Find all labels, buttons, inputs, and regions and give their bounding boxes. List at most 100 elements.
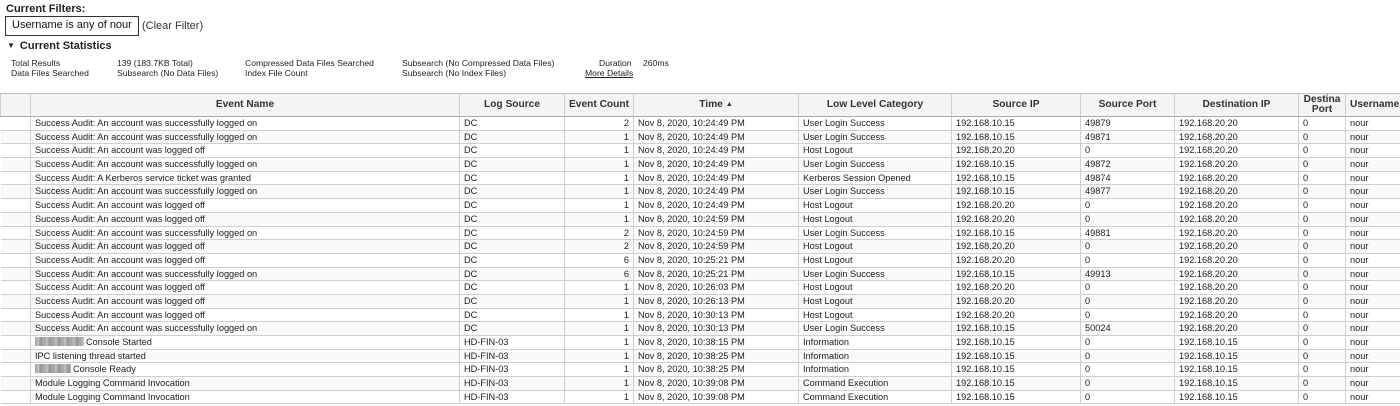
clear-filter-link[interactable]: (Clear Filter): [142, 20, 203, 32]
table-row[interactable]: Console Started HD-FIN-03 1 Nov 8, 2020, 10…: [0, 335, 1400, 350]
cell-event-count: 1: [564, 130, 634, 145]
table-row[interactable]: Success Audit: A Kerberos service ticket…: [0, 171, 1400, 186]
column-header-event-name[interactable]: Event Name: [30, 93, 460, 117]
row-select-cell[interactable]: [0, 171, 31, 186]
cell-destination-ip: 192.168.20.20: [1174, 239, 1299, 254]
row-select-cell[interactable]: [0, 267, 31, 282]
table-row[interactable]: Success Audit: An account was successful…: [0, 267, 1400, 282]
column-header-time[interactable]: Time ▲: [633, 93, 799, 117]
row-select-cell[interactable]: [0, 280, 31, 295]
cell-destination-ip: 192.168.20.20: [1174, 130, 1299, 145]
cell-destination-ip: 192.168.20.20: [1174, 116, 1299, 131]
row-select-cell[interactable]: [0, 157, 31, 172]
cell-time: Nov 8, 2020, 10:24:49 PM: [633, 130, 799, 145]
sort-ascending-icon: ▲: [725, 100, 733, 108]
cell-username: nour: [1345, 198, 1400, 213]
row-select-cell[interactable]: [0, 294, 31, 309]
row-select-cell[interactable]: [0, 116, 31, 131]
cell-destination-ip: 192.168.10.15: [1174, 335, 1299, 350]
cell-source-port: 0: [1080, 390, 1175, 405]
column-header-destination-ip[interactable]: Destination IP: [1174, 93, 1299, 117]
cell-source-ip: 192.168.10.15: [951, 390, 1081, 405]
row-select-cell[interactable]: [0, 362, 31, 378]
table-row[interactable]: Success Audit: An account was logged off…: [0, 198, 1400, 213]
cell-event-name: Success Audit: An account was successful…: [30, 321, 460, 336]
table-row[interactable]: Success Audit: An account was successful…: [0, 226, 1400, 241]
table-row[interactable]: Module Logging Command Invocation HD-FIN-…: [0, 376, 1400, 391]
cell-source-port: 49913: [1080, 267, 1175, 282]
row-select-cell[interactable]: [0, 212, 31, 227]
events-table: Event Name Log Source Event Count Time ▲ …: [0, 93, 1400, 405]
more-details-link[interactable]: More Details: [585, 68, 633, 78]
table-row[interactable]: Success Audit: An account was successful…: [0, 157, 1400, 172]
cell-log-source: HD-FIN-03: [459, 349, 565, 364]
row-select-cell[interactable]: [0, 390, 31, 405]
stat-duration-value: 260ms: [643, 58, 669, 68]
table-row[interactable]: Success Audit: An account was logged off…: [0, 239, 1400, 254]
statistics-toggle[interactable]: ▼ Current Statistics: [7, 40, 112, 52]
table-row[interactable]: Success Audit: An account was logged off…: [0, 253, 1400, 268]
cell-time: Nov 8, 2020, 10:26:13 PM: [633, 294, 799, 309]
row-select-cell[interactable]: [0, 335, 31, 350]
row-select-cell[interactable]: [0, 349, 31, 364]
cell-log-source: DC: [459, 143, 565, 159]
cell-event-name: Console Ready: [30, 362, 460, 378]
column-header-select[interactable]: [0, 93, 31, 117]
table-row[interactable]: Success Audit: An account was successful…: [0, 116, 1400, 131]
cell-source-port: 0: [1080, 280, 1175, 295]
cell-username: nour: [1345, 390, 1400, 405]
cell-event-count: 1: [564, 349, 634, 364]
column-header-event-count[interactable]: Event Count: [564, 93, 634, 117]
stat-subsearch-data: Subsearch (No Data Files): [117, 68, 219, 78]
cell-event-name: Success Audit: An account was logged off: [30, 239, 460, 254]
table-row[interactable]: Console Ready HD-FIN-03 1 Nov 8, 2020, 10:3…: [0, 362, 1400, 378]
cell-event-count: 2: [564, 239, 634, 254]
cell-username: nour: [1345, 157, 1400, 172]
column-header-source-port[interactable]: Source Port: [1080, 93, 1175, 117]
table-row[interactable]: IPC listening thread started HD-FIN-03 1 No…: [0, 349, 1400, 364]
cell-low-level-category: Host Logout: [798, 239, 952, 254]
column-header-log-source[interactable]: Log Source: [459, 93, 565, 117]
row-select-cell[interactable]: [0, 184, 31, 200]
row-select-cell[interactable]: [0, 198, 31, 213]
table-row[interactable]: Success Audit: An account was successful…: [0, 184, 1400, 200]
row-select-cell[interactable]: [0, 143, 31, 159]
table-row[interactable]: Module Logging Command Invocation HD-FIN-…: [0, 390, 1400, 405]
cell-event-name: Success Audit: An account was logged off: [30, 308, 460, 323]
stat-index-file-label: Index File Count: [245, 68, 308, 78]
cell-low-level-category: Host Logout: [798, 308, 952, 323]
cell-log-source: DC: [459, 308, 565, 323]
cell-log-source: DC: [459, 198, 565, 213]
column-header-destination-port[interactable]: Destina Port: [1298, 93, 1346, 117]
cell-destination-port: 0: [1298, 157, 1346, 172]
cell-destination-ip: 192.168.10.15: [1174, 376, 1299, 391]
row-select-cell[interactable]: [0, 253, 31, 268]
cell-username: nour: [1345, 362, 1400, 378]
table-row[interactable]: Success Audit: An account was logged off…: [0, 280, 1400, 295]
cell-time: Nov 8, 2020, 10:38:25 PM: [633, 362, 799, 378]
cell-destination-port: 0: [1298, 143, 1346, 159]
column-header-low-level-category[interactable]: Low Level Category: [798, 93, 952, 117]
active-filter-chip[interactable]: Username is any of nour: [5, 16, 139, 36]
stat-subsearch-compressed: Subsearch (No Compressed Data Files): [402, 58, 555, 68]
stat-subsearch-index: Subsearch (No Index Files): [402, 68, 507, 78]
column-header-source-ip[interactable]: Source IP: [951, 93, 1081, 117]
cell-low-level-category: Host Logout: [798, 212, 952, 227]
table-row[interactable]: Success Audit: An account was successful…: [0, 321, 1400, 336]
row-select-cell[interactable]: [0, 226, 31, 241]
column-header-username[interactable]: Username: [1345, 93, 1400, 117]
table-row[interactable]: Success Audit: An account was logged off…: [0, 308, 1400, 323]
cell-destination-ip: 192.168.20.20: [1174, 226, 1299, 241]
row-select-cell[interactable]: [0, 239, 31, 254]
column-header-time-label: Time: [699, 98, 723, 110]
table-row[interactable]: Success Audit: An account was logged off…: [0, 294, 1400, 309]
cell-time: Nov 8, 2020, 10:24:59 PM: [633, 226, 799, 241]
cell-source-ip: 192.168.10.15: [951, 130, 1081, 145]
row-select-cell[interactable]: [0, 376, 31, 391]
row-select-cell[interactable]: [0, 321, 31, 336]
table-row[interactable]: Success Audit: An account was successful…: [0, 130, 1400, 145]
table-row[interactable]: Success Audit: An account was logged off…: [0, 212, 1400, 227]
row-select-cell[interactable]: [0, 308, 31, 323]
row-select-cell[interactable]: [0, 130, 31, 145]
table-row[interactable]: Success Audit: An account was logged off…: [0, 143, 1400, 159]
